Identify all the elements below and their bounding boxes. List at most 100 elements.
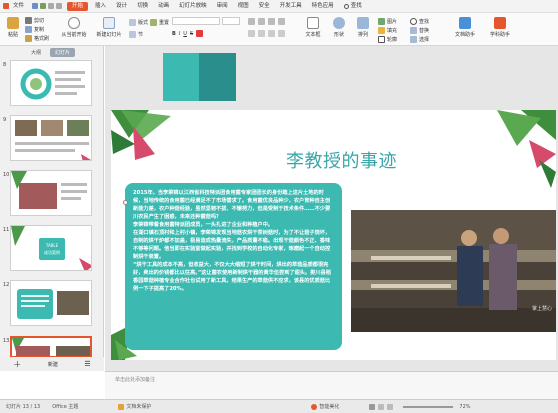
slide-thumbnail-13[interactable] [10,336,92,358]
cut-button[interactable]: 剪切 [25,17,44,24]
add-slide-icon[interactable]: ＋ [13,359,21,370]
tab-transition[interactable]: 切换 [132,0,153,13]
zoom-level[interactable]: 72% [459,404,470,410]
picture-button[interactable]: 图片 [378,18,397,25]
tab-view[interactable]: 视图 [233,0,254,13]
new-slide-label[interactable]: 新建 [48,361,58,368]
replace-icon [410,27,417,34]
app-menu[interactable]: 文件 [0,0,29,13]
reading-view-icon[interactable] [387,403,394,410]
font-color-icon[interactable] [196,30,204,37]
sorter-view-icon[interactable] [378,403,385,410]
ribbon-home: 粘贴 剪切 复制 格式刷 从当前开始 新建幻灯片 版式 节 重置 B I U S [0,13,558,46]
slide-editor[interactable]: 李教授的事迹 2015年，当李荣锦以江西省科技特派团食用菌专家团团长的身份踏上这… [105,46,558,371]
format-painter-button[interactable]: 格式刷 [25,35,49,42]
new-slide-icon [103,17,115,29]
tab-special[interactable]: 特色应用 [307,0,339,13]
tab-design[interactable]: 设计 [111,0,132,13]
layout-label: 版式 [138,20,149,26]
shapes-button[interactable]: 形状 [328,17,350,38]
from-current-button[interactable]: 从当前开始 [60,17,88,38]
tab-home[interactable]: 开始 [67,1,89,11]
tab-developer[interactable]: 开发工具 [275,0,307,13]
slide-counter: 幻灯片 13 / 13 [6,404,41,410]
line-spacing-icon[interactable] [278,18,285,25]
print-icon[interactable] [40,3,47,9]
outline-icon [378,36,385,43]
notes-pane[interactable]: 单击此处添加备注 [105,371,558,399]
doc-helper-label: 文档助手 [454,32,475,38]
tab-security[interactable]: 安全 [254,0,275,13]
picture-label: 图片 [387,19,398,25]
reset-icon [150,19,157,26]
copy-icon [25,26,32,33]
fill-button[interactable]: 填充 [378,27,397,34]
replace-button[interactable]: 替换 [410,27,429,34]
section-button[interactable]: 节 [129,31,143,38]
find-button[interactable]: 查找 [410,18,429,25]
layout-button[interactable]: 版式 [129,19,148,26]
slide-9-preview [15,120,91,160]
paste-button[interactable]: 粘贴 [2,17,24,38]
indent-icon[interactable] [268,18,275,25]
scholar-tools-button[interactable]: 学科助手 [484,17,516,38]
numbered-list-icon[interactable] [258,18,265,25]
new-slide-button[interactable]: 新建幻灯片 [94,17,124,38]
reset-button[interactable]: 重置 [150,19,169,26]
redo-icon[interactable] [56,3,63,9]
slide-thumbnail-8[interactable] [10,60,92,106]
save-icon[interactable] [32,3,39,9]
tab-review[interactable]: 审阅 [212,0,233,13]
copy-button[interactable]: 复制 [25,26,44,33]
slide-body-textbox[interactable]: 2015年，当李荣锦以江西省科技特派团食用菌专家团团长的身份踏上这片土地的时候，… [125,183,342,350]
slide-thumbnail-9[interactable] [10,115,92,161]
textbox-handle[interactable] [123,200,128,205]
tab-animation[interactable]: 动画 [153,0,174,13]
doc-helper-button[interactable]: 文档助手 [450,17,480,38]
slide-options-icon[interactable]: ☰ [84,360,90,368]
font-name-select[interactable] [172,17,220,25]
teal-image-block[interactable] [163,53,236,101]
arrange-button[interactable]: 排列 [352,17,374,38]
align-center-icon[interactable] [258,30,265,37]
justify-icon[interactable] [278,30,285,37]
outline-button[interactable]: 轮廓 [378,36,397,43]
photo-two-people-mushroom-shed[interactable]: 掌上慧心 [351,210,556,332]
tab-outline[interactable]: 大纲 [26,48,46,57]
bullet-list-icon[interactable] [248,18,255,25]
search-button[interactable]: 查找 [339,0,367,13]
align-right-icon[interactable] [268,30,275,37]
tab-slides[interactable]: 幻灯片 [50,48,76,57]
smart-beautify-button[interactable]: 智能美化 [311,403,339,410]
strikethrough-icon[interactable]: S [190,31,193,37]
menu-bar: 文件 开始 插入 设计 切换 动画 幻灯片放映 审阅 视图 安全 开发工具 特色… [0,0,558,13]
normal-view-icon[interactable] [369,403,376,410]
shield-icon [118,403,125,410]
slide-thumbnail-10[interactable] [10,170,92,216]
tab-slideshow[interactable]: 幻灯片放映 [174,0,212,13]
reset-label: 重置 [159,20,170,26]
replace-label: 替换 [419,28,430,34]
cursor-icon [410,36,417,43]
search-icon [343,3,349,9]
doc-protection-status[interactable]: 文档未保护 [118,403,151,410]
bold-icon[interactable]: B [172,31,176,37]
align-left-icon[interactable] [248,30,255,37]
doc-helper-icon [459,17,471,29]
from-current-label: 从当前开始 [61,32,87,38]
text-box-button[interactable]: 文本框 [300,17,326,38]
fill-label: 填充 [387,28,398,34]
slide-title[interactable]: 李教授的事迹 [286,147,397,173]
slide-thumbnail-12[interactable] [10,280,92,326]
slide-thumbnail-11[interactable]: TABLE 成功案例 [10,225,92,271]
photo-graphic [351,210,556,332]
tab-insert[interactable]: 插入 [90,0,111,13]
undo-icon[interactable] [48,3,55,9]
underline-icon[interactable]: U [183,31,187,37]
slide-canvas[interactable]: 李教授的事迹 2015年，当李荣锦以江西省科技特派团食用菌专家团团长的身份踏上这… [111,110,556,360]
font-size-select[interactable] [222,17,240,25]
select-button[interactable]: 选择 [410,36,429,43]
italic-icon[interactable]: I [179,31,180,37]
zoom-slider[interactable] [403,405,454,408]
menu-file[interactable]: 文件 [11,0,26,13]
